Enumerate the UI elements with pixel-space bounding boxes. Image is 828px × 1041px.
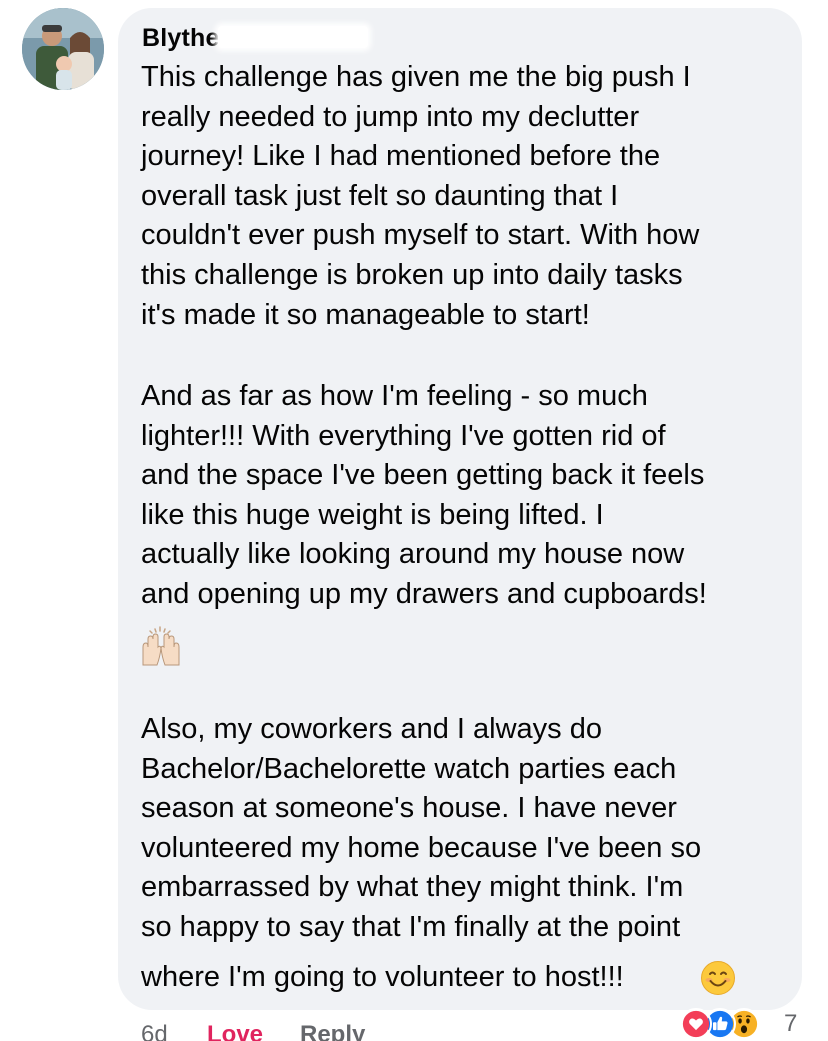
comment-screen: Blythe This challenge has given me the b…: [0, 0, 828, 1041]
comment-paragraph-2: And as far as how I'm feeling - so much …: [141, 380, 707, 610]
reaction-count: 7: [784, 1010, 798, 1037]
avatar-photo: [22, 8, 104, 90]
redaction-mark: [218, 26, 368, 48]
reaction-summary[interactable]: 7: [680, 1008, 810, 1040]
love-reaction-icon: [680, 1008, 712, 1040]
reply-button[interactable]: Reply: [300, 1020, 365, 1041]
avatar[interactable]: [22, 8, 104, 90]
comment-paragraph-3: Also, my coworkers and I always do Bache…: [141, 713, 702, 943]
love-button[interactable]: Love: [207, 1020, 263, 1041]
smiling-face-icon: [701, 961, 735, 995]
comment-author[interactable]: Blythe: [142, 24, 220, 53]
comment-time[interactable]: 6d: [141, 1020, 168, 1041]
comment-paragraph-1: This challenge has given me the big push…: [141, 61, 700, 331]
raising-hands-icon: [142, 626, 180, 666]
